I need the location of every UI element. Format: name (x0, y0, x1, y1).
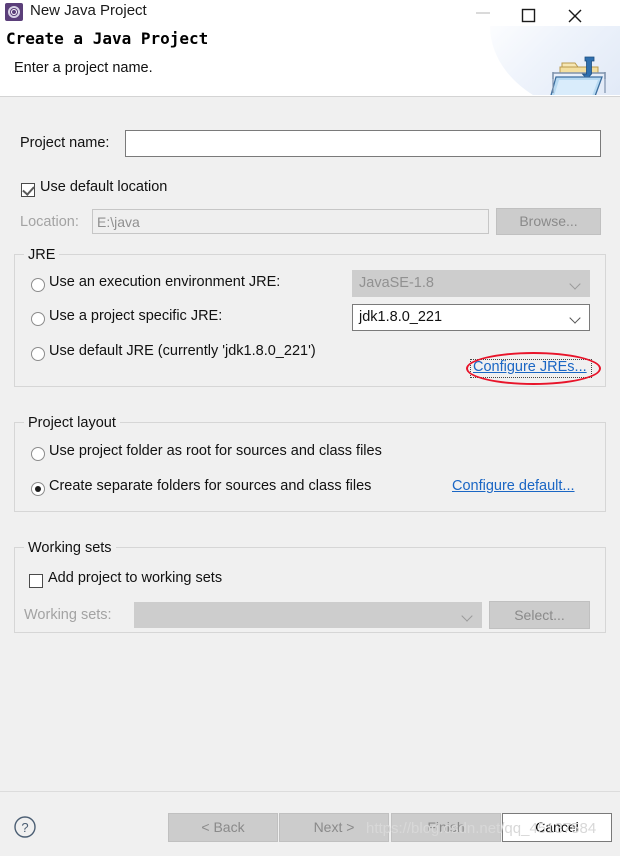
page-subtitle: Enter a project name. (14, 60, 153, 76)
footer-separator (0, 791, 620, 792)
cancel-button[interactable]: Cancel (502, 813, 612, 842)
page-title: Create a Java Project (6, 29, 209, 48)
radio-project-specific-jre-label: Use a project specific JRE: (49, 308, 223, 324)
radio-separate-folders[interactable] (31, 482, 45, 496)
radio-default-jre[interactable] (31, 347, 45, 361)
browse-button: Browse... (496, 208, 601, 235)
maximize-button[interactable] (506, 0, 552, 26)
window-title: New Java Project (30, 2, 147, 19)
chevron-down-icon (571, 314, 580, 323)
working-sets-label: Working sets: (24, 607, 112, 623)
title-bar: New Java Project (0, 0, 620, 26)
project-name-label: Project name: (20, 135, 110, 151)
close-button[interactable] (552, 0, 598, 26)
select-working-sets-button: Select... (489, 601, 590, 629)
radio-execution-environment-jre[interactable] (31, 278, 45, 292)
back-button: < Back (168, 813, 278, 842)
location-input: E:\java (92, 209, 489, 234)
radio-execution-environment-jre-label: Use an execution environment JRE: (49, 274, 281, 290)
jre-group-title: JRE (24, 247, 60, 263)
radio-project-folder-root[interactable] (31, 447, 45, 461)
configure-jres-link[interactable]: Configure JREs... (473, 359, 587, 375)
maximize-icon (521, 8, 536, 23)
minimize-button[interactable] (460, 0, 506, 26)
location-label: Location: (20, 214, 79, 230)
finish-button: Finish (391, 813, 501, 842)
project-name-input[interactable] (125, 130, 601, 157)
radio-separate-folders-label: Create separate folders for sources and … (49, 478, 372, 494)
working-sets-group-title: Working sets (24, 540, 116, 556)
use-default-location-label: Use default location (40, 179, 168, 195)
configure-default-link[interactable]: Configure default... (452, 478, 575, 494)
execution-environment-combo: JavaSE-1.8 (352, 270, 590, 297)
add-project-to-working-sets-label: Add project to working sets (48, 570, 223, 586)
radio-project-specific-jre[interactable] (31, 312, 45, 326)
project-layout-group (14, 422, 606, 512)
working-sets-combo (134, 602, 482, 628)
eclipse-icon (5, 3, 23, 21)
radio-project-folder-root-label: Use project folder as root for sources a… (49, 443, 382, 459)
next-button: Next > (279, 813, 389, 842)
java-project-folder-icon (548, 53, 610, 95)
project-specific-jre-combo[interactable]: jdk1.8.0_221 (352, 304, 590, 331)
svg-text:?: ? (21, 820, 28, 835)
help-icon: ? (14, 816, 36, 838)
chevron-down-icon (571, 280, 580, 289)
close-icon (568, 9, 582, 23)
help-button[interactable]: ? (13, 815, 37, 839)
radio-default-jre-label: Use default JRE (currently 'jdk1.8.0_221… (49, 343, 316, 359)
project-specific-jre-combo-value: jdk1.8.0_221 (359, 309, 443, 325)
dialog-body: Project name: Use default location Locat… (0, 97, 620, 791)
chevron-down-icon (463, 612, 472, 621)
minimize-icon (476, 12, 490, 14)
dialog-banner: Create a Java Project Enter a project na… (0, 26, 620, 95)
add-project-to-working-sets-checkbox[interactable] (29, 574, 43, 588)
use-default-location-checkbox[interactable] (21, 183, 35, 197)
project-layout-group-title: Project layout (24, 415, 120, 431)
execution-environment-combo-value: JavaSE-1.8 (359, 275, 434, 291)
